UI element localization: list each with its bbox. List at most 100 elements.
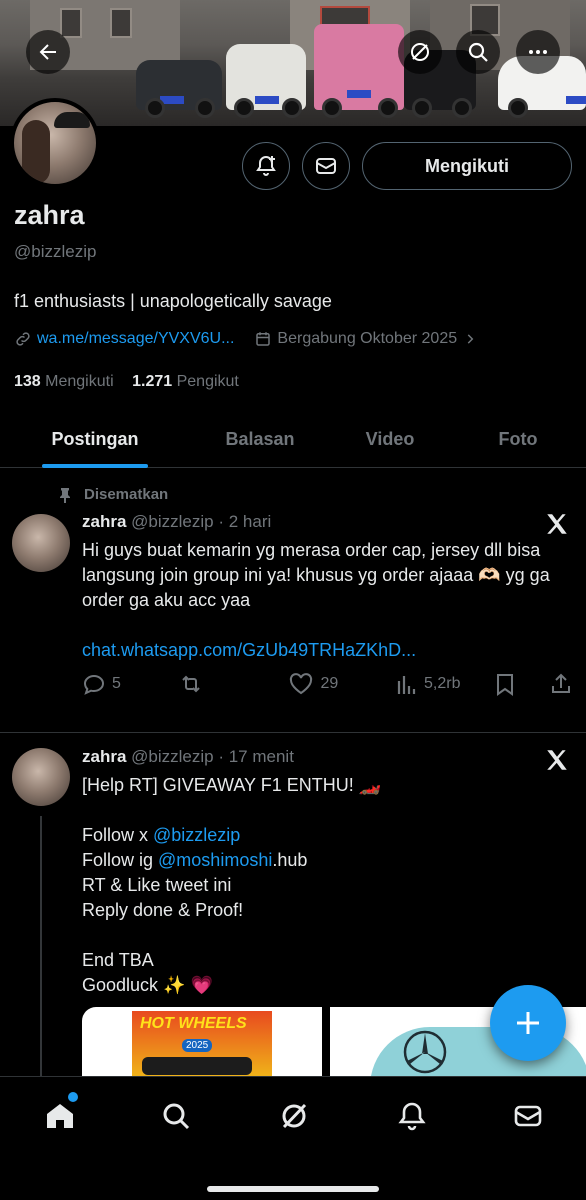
profile-meta: wa.me/message/YVXV6U... Bergabung Oktobe… [14,330,477,348]
bookmark-icon [497,674,514,696]
x-logo-icon[interactable] [544,511,570,537]
post-link[interactable]: chat.whatsapp.com/GzUb49TRHaZKhD... [82,638,562,663]
tab-postingan[interactable]: Postingan [0,412,190,468]
nav-search[interactable] [154,1094,198,1138]
messages-icon [514,1105,542,1127]
profile-tabs: Postingan Balasan Video Foto [0,412,586,468]
banner-wheel [195,98,215,118]
plus-icon [517,1012,539,1034]
profile-handle: @bizzlezip [14,242,97,261]
banner-wheel [145,98,165,118]
bookmark-button[interactable] [494,672,516,696]
post-author-name[interactable]: zahra [82,747,126,766]
post-avatar[interactable] [12,514,70,572]
share-icon [552,673,570,693]
back-button[interactable] [26,30,70,74]
notify-button[interactable] [242,142,290,190]
banner-wheel [412,98,432,118]
post-time: · 17 menit [218,747,294,766]
post-text: [Help RT] GIVEAWAY F1 ENTHU! 🏎️ Follow x… [82,775,382,995]
search-icon [163,1103,190,1130]
avatar-hair [22,120,50,184]
f1-car-model [142,1057,252,1075]
repost-button[interactable] [179,672,209,696]
home-icon [47,1104,73,1128]
avatar-cap [54,112,90,128]
banner-wheel [378,98,398,118]
bell-plus-icon [256,155,276,176]
reply-button[interactable]: 5 [82,672,121,696]
views-button[interactable]: 5,2rb [396,673,460,695]
mail-icon [316,158,336,174]
bottom-nav [0,1076,586,1200]
pinned-indicator: Disematkan [58,486,168,503]
profile-stats: 138 Mengikuti 1.271 Pengikut [14,373,239,391]
chevron-right-icon[interactable] [463,332,477,346]
post-time: · 2 hari [218,512,272,531]
following-button[interactable]: Mengikuti [362,142,572,190]
post-author-name[interactable]: zahra [82,512,126,531]
tab-video[interactable]: Video [330,412,450,467]
profile-avatar[interactable] [10,98,100,188]
nav-grok[interactable] [272,1094,316,1138]
banner-window [110,8,132,38]
post-header: zahra @bizzlezip · 17 menit [82,747,294,767]
calendar-icon [256,332,271,346]
post-avatar[interactable] [12,748,70,806]
x-logo-icon[interactable] [544,747,570,773]
grok-button[interactable] [398,30,442,74]
mention-link[interactable]: @bizzlezip [153,825,240,845]
following-stat[interactable]: 138 Mengikuti [14,373,114,390]
banner-wheel [234,98,254,118]
search-icon [468,42,488,62]
compose-button[interactable] [490,985,566,1061]
nav-notifications[interactable] [390,1094,434,1138]
thread-line [40,816,42,1078]
repost-icon [181,675,200,693]
mention-link[interactable]: @moshimoshi [158,850,272,870]
profile-joined: Bergabung Oktober 2025 [277,330,458,347]
more-button[interactable] [516,30,560,74]
followers-stat[interactable]: 1.271 Pengikut [132,373,239,390]
search-button[interactable] [456,30,500,74]
hot-wheels-year: 2025 [182,1039,213,1052]
views-icon [397,676,416,694]
post-text: Hi guys buat kemarin yg merasa order cap… [82,540,550,610]
banner-plate [255,96,279,104]
post-author-handle[interactable]: @bizzlezip [131,747,213,766]
heart-icon [290,673,313,695]
more-horizontal-icon [529,50,547,54]
banner-plate [347,90,371,98]
arrow-left-icon [39,44,56,60]
post-author-handle[interactable]: @bizzlezip [131,512,213,531]
home-indicator[interactable] [207,1186,379,1192]
tab-balasan[interactable]: Balasan [190,412,330,467]
profile-banner[interactable] [0,0,586,126]
post-divider [0,732,586,733]
grok-icon [282,1103,307,1129]
share-button[interactable] [550,672,572,696]
profile-link[interactable]: wa.me/message/YVXV6U... [37,330,234,348]
nav-messages[interactable] [506,1094,550,1138]
message-button[interactable] [302,142,350,190]
banner-wheel [282,98,302,118]
link-icon [16,332,30,346]
hot-wheels-logo: HOT WHEELS [140,1015,247,1032]
banner-window [60,8,82,38]
profile-bio: f1 enthusiasts | unapologetically savage [14,291,332,311]
post-actions: 5 29 5,2rb [82,672,572,696]
like-button[interactable]: 29 [288,672,338,696]
post-media-1[interactable]: HOT WHEELS 2025 [82,1007,322,1077]
banner-wheel [508,98,528,118]
banner-plate [566,96,586,104]
banner-wheel [322,98,342,118]
reply-icon [83,674,105,695]
profile-name: zahra [14,200,85,230]
tab-indicator [42,464,148,468]
tab-foto[interactable]: Foto [450,412,586,467]
banner-wheel [452,98,472,118]
notifications-icon [398,1102,426,1131]
post-header: zahra @bizzlezip · 2 hari [82,512,271,532]
pin-icon [60,487,70,503]
nav-home[interactable] [38,1092,82,1138]
